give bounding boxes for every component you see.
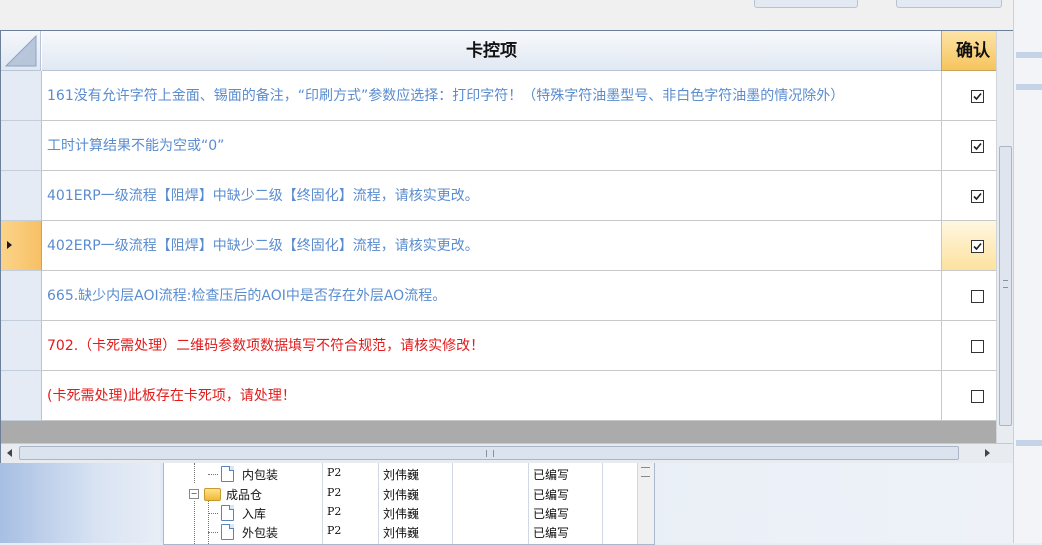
- background-right-strip: [1016, 440, 1042, 446]
- scroll-right-icon[interactable]: [985, 449, 990, 457]
- background-right-panel: [1013, 0, 1042, 543]
- tree-node-status: 已编写: [533, 468, 570, 482]
- background-right-strip: [1016, 84, 1042, 90]
- tree-vertical-scrollbar[interactable]: [637, 463, 654, 544]
- tree-node-name: 外包装: [242, 526, 279, 540]
- tree-node-person: 刘伟巍: [383, 468, 420, 482]
- folder-icon: [204, 488, 221, 501]
- tree-node-person: 刘伟巍: [383, 488, 420, 502]
- grid-row[interactable]: 工时计算结果不能为空或“0”: [1, 121, 996, 171]
- current-row-indicator-icon: [7, 241, 12, 249]
- confirm-checkbox-checked[interactable]: [971, 240, 984, 253]
- tree-node-person: 刘伟巍: [383, 526, 420, 540]
- tree-node-name: 内包装: [242, 468, 279, 482]
- document-icon: [221, 466, 234, 482]
- check-item-text[interactable]: 161没有允许字符上金面、锡面的备注，“印刷方式”参数应选择：打印字符！（特殊字…: [42, 71, 942, 121]
- tree-node-name: 入库: [242, 507, 267, 521]
- column-header-item[interactable]: 卡控项: [42, 31, 941, 71]
- collapse-icon[interactable]: −: [189, 489, 199, 499]
- process-tree-panel[interactable]: 内包装 P2 刘伟巍 已编写 − 成品仓 P2 刘伟巍 已编写 入库 P2 刘伟…: [163, 462, 655, 545]
- checkmark-icon: [973, 242, 982, 251]
- tree-node-code: P2: [327, 524, 342, 537]
- check-item-text[interactable]: 702.（卡死需处理）二维码参数项数据填写不符合规范，请核实修改！: [42, 321, 942, 371]
- row-header[interactable]: [1, 371, 42, 421]
- confirm-checkbox[interactable]: [971, 390, 984, 403]
- tree-line: [208, 532, 218, 533]
- tree-line: [208, 474, 218, 475]
- tree-line: [208, 513, 218, 514]
- grid-row[interactable]: 401ERP一级流程【阻焊】中缺少二级【终固化】流程，请核实更改。: [1, 171, 996, 221]
- confirm-cell[interactable]: [942, 321, 996, 371]
- scroll-grip-icon: [486, 450, 494, 457]
- tree-node-code: P2: [327, 486, 342, 499]
- confirm-checkbox[interactable]: [971, 340, 984, 353]
- check-item-text[interactable]: 401ERP一级流程【阻焊】中缺少二级【终固化】流程，请核实更改。: [42, 171, 942, 221]
- confirm-cell[interactable]: [942, 121, 996, 171]
- confirm-cell[interactable]: [942, 221, 996, 271]
- top-button[interactable]: [896, 0, 1002, 8]
- horizontal-scroll-thumb[interactable]: [19, 446, 959, 460]
- confirm-checkbox-checked[interactable]: [971, 140, 984, 153]
- row-header[interactable]: [1, 271, 42, 321]
- vertical-scroll-thumb[interactable]: [999, 146, 1012, 426]
- confirm-cell[interactable]: [942, 71, 996, 121]
- document-icon: [221, 505, 234, 521]
- select-all-icon: [5, 35, 37, 67]
- tree-row[interactable]: 入库 P2 刘伟巍 已编写: [164, 503, 636, 522]
- confirm-checkbox-checked[interactable]: [971, 90, 984, 103]
- tree-node-name: 成品仓: [226, 488, 263, 502]
- grid-row[interactable]: 702.（卡死需处理）二维码参数项数据填写不符合规范，请核实修改！: [1, 321, 996, 371]
- tree-node-code: P2: [327, 505, 342, 518]
- column-header-confirm[interactable]: 确认: [941, 31, 996, 71]
- grid-row[interactable]: 665.缺少内层AOI流程:检查压后的AOI中是否存在外层AO流程。: [1, 271, 996, 321]
- grid-header: 卡控项 确认: [1, 31, 996, 71]
- confirm-cell[interactable]: [942, 171, 996, 221]
- row-header[interactable]: [1, 221, 42, 271]
- grid-vertical-scrollbar[interactable]: [996, 31, 1013, 444]
- grid-row[interactable]: 161没有允许字符上金面、锡面的备注，“印刷方式”参数应选择：打印字符！（特殊字…: [1, 71, 996, 121]
- row-header[interactable]: [1, 71, 42, 121]
- scroll-grip-icon: [1003, 280, 1008, 288]
- background-right-strip: [1016, 52, 1042, 58]
- row-header[interactable]: [1, 321, 42, 371]
- checkmark-icon: [973, 92, 982, 101]
- tree-node-person: 刘伟巍: [383, 507, 420, 521]
- scroll-grip-icon: [641, 467, 650, 477]
- confirm-cell[interactable]: [942, 371, 996, 421]
- tree-row[interactable]: 外包装 P2 刘伟巍 已编写: [164, 522, 636, 541]
- grid-row[interactable]: 402ERP一级流程【阻焊】中缺少二级【终固化】流程，请核实更改。: [1, 221, 996, 271]
- row-header[interactable]: [1, 121, 42, 171]
- check-item-text[interactable]: (卡死需处理)此板存在卡死项，请处理！: [42, 371, 942, 421]
- tree-row[interactable]: 内包装 P2 刘伟巍 已编写: [164, 464, 636, 483]
- check-item-text[interactable]: 665.缺少内层AOI流程:检查压后的AOI中是否存在外层AO流程。: [42, 271, 942, 321]
- dialog-top-area: [0, 0, 1013, 30]
- select-all-corner[interactable]: [1, 31, 41, 71]
- confirm-checkbox[interactable]: [971, 290, 984, 303]
- scroll-left-icon[interactable]: [7, 449, 12, 457]
- grid-empty-area: [1, 421, 996, 443]
- tree-node-status: 已编写: [533, 526, 570, 540]
- document-icon: [221, 524, 234, 540]
- check-item-text[interactable]: 402ERP一级流程【阻焊】中缺少二级【终固化】流程，请核实更改。: [42, 221, 942, 271]
- top-button[interactable]: [754, 0, 858, 8]
- tree-node-code: P2: [327, 466, 342, 479]
- grid-horizontal-scrollbar[interactable]: [1, 443, 1013, 463]
- row-header[interactable]: [1, 171, 42, 221]
- confirm-checkbox-checked[interactable]: [971, 190, 984, 203]
- tree-node-status: 已编写: [533, 488, 570, 502]
- confirm-cell[interactable]: [942, 271, 996, 321]
- tree-row[interactable]: − 成品仓 P2 刘伟巍 已编写: [164, 484, 636, 503]
- checkmark-icon: [973, 192, 982, 201]
- checkmark-icon: [973, 142, 982, 151]
- grid-row[interactable]: (卡死需处理)此板存在卡死项，请处理！: [1, 371, 996, 421]
- check-item-text[interactable]: 工时计算结果不能为空或“0”: [42, 121, 942, 171]
- tree-node-status: 已编写: [533, 507, 570, 521]
- check-items-dialog: 卡控项 确认 161没有允许字符上金面、锡面的备注，“印刷方式”参数应选择：打印…: [0, 30, 1013, 463]
